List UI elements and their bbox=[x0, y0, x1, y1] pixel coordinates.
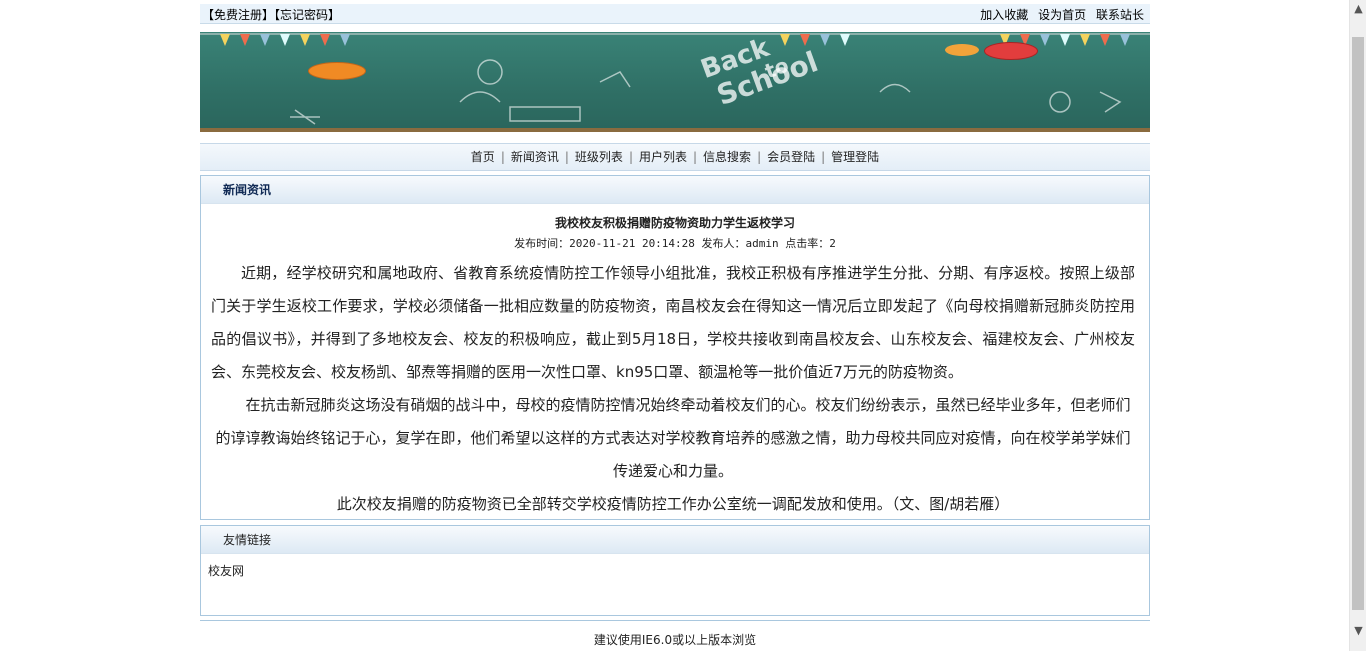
add-favorite-link[interactable]: 加入收藏 bbox=[980, 8, 1028, 22]
top-bar: 【免费注册】【忘记密码】 加入收藏 设为首页 联系站长 bbox=[200, 4, 1150, 24]
nav-users[interactable]: 用户列表 bbox=[639, 150, 687, 164]
header-banner: Back to School bbox=[200, 32, 1150, 132]
contact-admin-link[interactable]: 联系站长 bbox=[1096, 8, 1144, 22]
top-bar-right: 加入收藏 设为首页 联系站长 bbox=[974, 6, 1144, 23]
forgot-password-link[interactable]: 【忘记密码】 bbox=[274, 8, 340, 22]
friend-link-item[interactable]: 校友网 bbox=[208, 562, 1149, 579]
nav-admin-login[interactable]: 管理登陆 bbox=[831, 150, 879, 164]
friend-links-header: 友情链接 bbox=[201, 526, 1149, 554]
footer-text: 建议使用IE6.0或以上版本浏览 bbox=[593, 633, 757, 647]
article-paragraph: 在抗击新冠肺炎这场没有硝烟的战斗中，母校的疫情防控情况始终牵动着校友们的心。校友… bbox=[215, 396, 1131, 480]
nav-separator: | bbox=[500, 150, 505, 164]
article-body: 近期，经学校研究和属地政府、省教育系统疫情防控工作领导小组批准，我校正积极有序推… bbox=[201, 257, 1149, 521]
top-bar-left: 【免费注册】【忘记密码】 bbox=[202, 6, 340, 23]
nav-search[interactable]: 信息搜索 bbox=[703, 150, 751, 164]
nav-member-login[interactable]: 会员登陆 bbox=[767, 150, 815, 164]
banner-chalk-doodles bbox=[290, 59, 1122, 125]
scrollbar-thumb[interactable] bbox=[1352, 37, 1364, 610]
news-panel: 新闻资讯 我校校友积极捐赠防疫物资助力学生返校学习 发布时间：2020-11-2… bbox=[200, 175, 1150, 520]
nav-separator: | bbox=[693, 150, 698, 164]
main-nav: 首页 | 新闻资讯 | 班级列表 | 用户列表 | 信息搜索 | 会员登陆 | 管理登陆 bbox=[200, 143, 1150, 171]
friend-links-panel: 友情链接 校友网 bbox=[200, 525, 1150, 616]
nav-separator: | bbox=[821, 150, 826, 164]
scroll-up-icon[interactable]: ▲ bbox=[1350, 0, 1366, 17]
scroll-down-icon[interactable]: ▼ bbox=[1350, 622, 1366, 639]
news-panel-header: 新闻资讯 bbox=[201, 176, 1149, 204]
nav-home[interactable]: 首页 bbox=[471, 150, 495, 164]
article-meta: 发布时间：2020-11-21 20:14:28 发布人：admin 点击率：2 bbox=[514, 237, 836, 250]
register-link[interactable]: 【免费注册】 bbox=[202, 8, 274, 22]
vertical-scrollbar[interactable]: ▲ ▼ bbox=[1349, 0, 1366, 651]
banner-chalk-ledge bbox=[200, 128, 1150, 132]
nav-separator: | bbox=[628, 150, 633, 164]
nav-separator: | bbox=[564, 150, 569, 164]
article-title: 我校校友积极捐赠防疫物资助力学生返校学习 bbox=[554, 216, 795, 230]
nav-separator: | bbox=[757, 150, 762, 164]
set-homepage-link[interactable]: 设为首页 bbox=[1038, 8, 1086, 22]
nav-classes[interactable]: 班级列表 bbox=[575, 150, 623, 164]
article-paragraph: 近期，经学校研究和属地政府、省教育系统疫情防控工作领导小组批准，我校正积极有序推… bbox=[211, 264, 1135, 381]
nav-news[interactable]: 新闻资讯 bbox=[511, 150, 559, 164]
footer: 建议使用IE6.0或以上版本浏览 bbox=[200, 620, 1150, 648]
article-paragraph: 此次校友捐赠的防疫物资已全部转交学校疫情防控工作办公室统一调配发放和使用。（文、… bbox=[336, 495, 1010, 513]
